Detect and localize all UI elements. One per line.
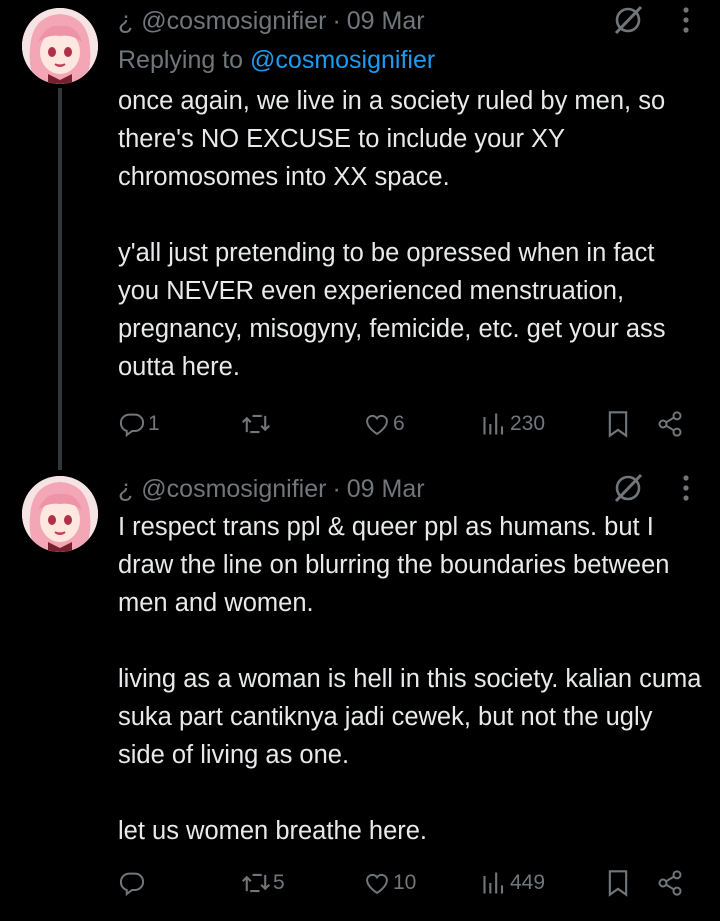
avatar-image [22,476,98,552]
reply-button[interactable] [118,863,148,903]
views-count: 230 [510,412,546,435]
bookmark-icon [608,411,628,438]
replying-to: Replying to @cosmosignifier [118,40,702,80]
share-button[interactable] [656,404,684,444]
avatar[interactable] [22,476,98,552]
tweet-2[interactable]: ¿ @cosmosignifier · 09 Mar I respect tra… [0,470,720,921]
tweet-text: I respect trans ppl & queer ppl as human… [118,508,702,850]
share-button[interactable] [656,863,684,903]
grok-icon[interactable] [612,4,644,36]
replying-label: Replying to [118,46,244,74]
views-button[interactable]: 230 [482,404,545,444]
tweet-paragraph: y'all just pretending to be opressed whe… [118,239,666,381]
grok-icon[interactable] [612,472,644,504]
author-handle[interactable]: @cosmosignifier [141,475,326,504]
author-handle[interactable]: @cosmosignifier [141,7,326,36]
avatar[interactable] [22,8,98,84]
like-icon [366,414,388,436]
like-button[interactable]: 10 [363,863,416,903]
like-count: 10 [393,871,417,894]
tweet-paragraph: I respect trans ppl & queer ppl as human… [118,513,670,617]
tweet-paragraph: let us women breathe here. [118,817,428,845]
tweet-text: once again, we live in a society ruled b… [118,82,702,386]
more-icon[interactable] [682,474,690,502]
more-icon[interactable] [682,6,690,34]
bookmark-icon [608,870,628,897]
reply-count: 1 [148,412,160,435]
tweet-date[interactable]: 09 Mar [347,475,425,504]
action-bar: 5 10 449 [118,863,688,903]
replying-handle-link[interactable]: @cosmosignifier [250,46,435,74]
retweet-count: 5 [273,871,285,894]
share-icon [658,870,682,896]
retweet-button[interactable] [241,404,273,444]
name-prefix: ¿ [118,474,134,503]
views-button[interactable]: 449 [482,863,545,903]
name-prefix: ¿ [118,6,134,35]
tweet-paragraph: living as a woman is hell in this societ… [118,665,702,769]
retweet-button[interactable]: 5 [241,863,285,903]
bookmark-button[interactable] [606,404,630,444]
views-count: 449 [510,871,546,894]
reply-icon [119,872,145,897]
like-button[interactable]: 6 [363,404,405,444]
tweet-1[interactable]: ¿ @cosmosignifier · 09 Mar Replying to @… [0,0,720,470]
like-icon [366,873,388,895]
retweet-icon [241,873,271,893]
separator-dot: · [332,474,341,503]
separator-dot: · [332,6,341,35]
tweet-date[interactable]: 09 Mar [347,7,425,36]
action-bar: 1 6 230 [118,404,688,444]
reply-button[interactable]: 1 [118,404,160,444]
share-icon [658,411,682,437]
tweet-paragraph: once again, we live in a society ruled b… [118,87,666,191]
like-count: 6 [393,412,405,435]
thread-line [58,88,62,470]
reply-icon [119,413,145,438]
bookmark-button[interactable] [606,863,630,903]
retweet-icon [241,414,271,434]
avatar-image [22,8,98,84]
views-icon [483,872,504,894]
views-icon [483,413,504,435]
